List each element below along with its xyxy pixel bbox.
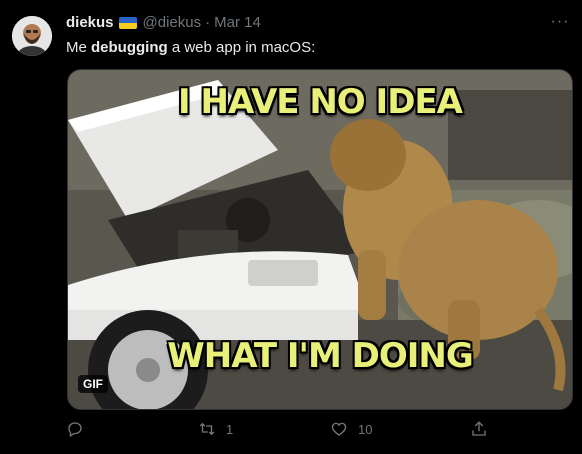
- separator-dot: ·: [205, 14, 211, 31]
- tweet-header: diekus @diekus · Mar 14: [66, 14, 261, 32]
- avatar[interactable]: [12, 16, 52, 56]
- user-handle[interactable]: @diekus: [143, 14, 202, 32]
- ukraine-flag-icon: [118, 17, 137, 29]
- heart-icon: [331, 422, 347, 436]
- display-name[interactable]: diekus: [66, 14, 114, 32]
- tweet-text: Me debugging a web app in macOS:: [66, 38, 315, 57]
- tweet-card[interactable]: diekus @diekus · Mar 14 ··· Me debugging…: [0, 0, 582, 454]
- gif-media[interactable]: I HAVE NO IDEA WHAT I'M DOING GIF: [67, 69, 573, 410]
- share-button[interactable]: [470, 420, 488, 438]
- reply-button[interactable]: [66, 420, 94, 438]
- tweet-actions: 1 10: [0, 420, 582, 444]
- reply-icon: [68, 422, 82, 437]
- tweet-date[interactable]: Mar 14: [214, 14, 261, 32]
- gif-badge: GIF: [78, 375, 108, 393]
- more-options-icon[interactable]: ···: [548, 14, 572, 30]
- gif-caption-top: I HAVE NO IDEA: [178, 82, 463, 122]
- like-button[interactable]: 10: [330, 420, 372, 438]
- gif-caption-bottom: WHAT I'M DOING: [167, 336, 474, 376]
- retweet-icon: [199, 422, 215, 436]
- retweet-count: 1: [226, 421, 234, 437]
- share-icon: [472, 421, 486, 436]
- tweet-text-start: Me: [66, 39, 92, 56]
- retweet-button[interactable]: 1: [198, 420, 233, 438]
- like-count: 10: [358, 421, 373, 437]
- tweet-text-bold: debugging: [91, 39, 168, 56]
- tweet-text-end: a web app in macOS:: [167, 39, 316, 56]
